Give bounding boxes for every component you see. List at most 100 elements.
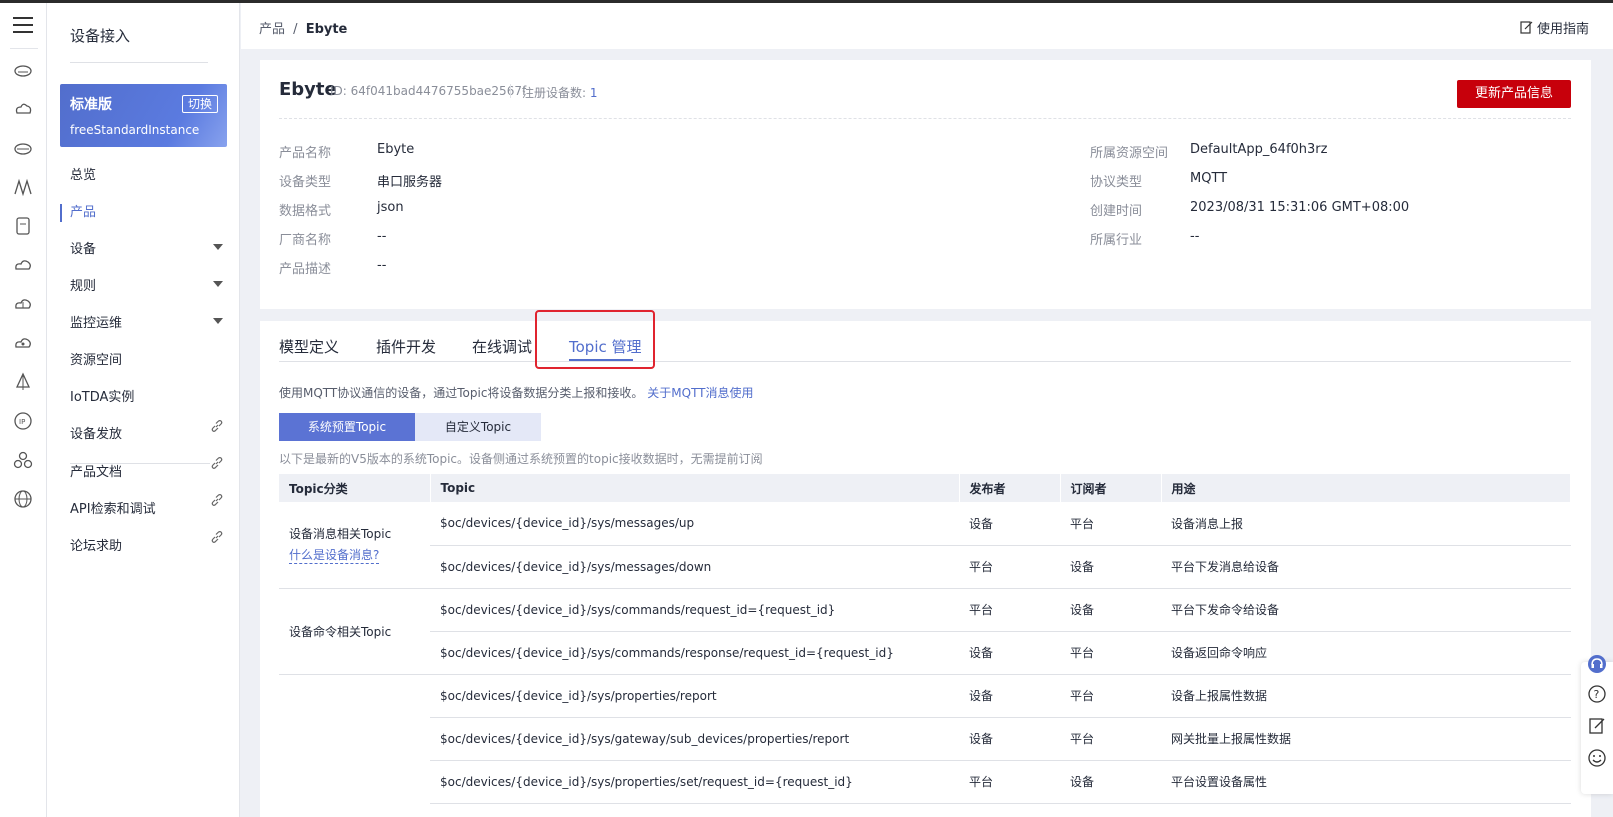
table-row: $oc/devices/{device_id}/sys/commands/res… xyxy=(279,631,1571,675)
external-link-icon[interactable] xyxy=(210,456,224,470)
cloud-server-icon[interactable] xyxy=(12,59,34,81)
publisher-cell: 设备 xyxy=(959,631,1060,675)
cloud-outline-icon[interactable] xyxy=(12,254,34,276)
customer-service-icon[interactable] xyxy=(1587,654,1607,674)
sidebar-item-rules[interactable]: 规则 xyxy=(70,275,96,294)
publisher-cell: 设备 xyxy=(959,717,1060,761)
topic-type-switch: 系统预置Topic 自定义Topic xyxy=(279,413,541,441)
publisher-cell: 设备 xyxy=(959,502,1060,546)
instance-switch-button[interactable]: 切换 xyxy=(181,95,218,113)
usage-cell: 设备返回命令响应 xyxy=(1161,631,1571,675)
sidebar-item-iotda-instance[interactable]: IoTDA实例 xyxy=(70,386,134,405)
system-topic-tab[interactable]: 系统预置Topic xyxy=(279,413,415,441)
storage-icon[interactable] xyxy=(12,137,34,159)
sidebar-item-provisioning[interactable]: 设备发放 xyxy=(70,423,122,442)
cluster-icon[interactable] xyxy=(12,449,34,471)
cloud-upload-icon[interactable] xyxy=(12,293,34,315)
tabs-divider xyxy=(279,361,1571,362)
cloud-icon[interactable] xyxy=(12,98,34,120)
subscriber-cell: 平台 xyxy=(1060,674,1161,718)
external-link-icon[interactable] xyxy=(210,530,224,544)
chevron-down-icon[interactable] xyxy=(213,318,223,324)
breadcrumb-parent[interactable]: 产品 xyxy=(259,22,285,37)
active-indicator xyxy=(60,204,62,222)
custom-topic-tab[interactable]: 自定义Topic xyxy=(415,413,541,441)
product-id: ID: 64f041bad4476755bae2567f xyxy=(330,84,527,98)
field-label: 设备类型 xyxy=(279,175,332,190)
help-icon[interactable]: ? xyxy=(1587,684,1607,704)
mqtt-usage-link[interactable]: 关于MQTT消息使用 xyxy=(647,386,753,400)
table-row: 设备消息相关Topic 什么是设备消息? $oc/devices/{device… xyxy=(279,502,1571,589)
column-header: Topic xyxy=(430,474,960,502)
field-value: MQTT xyxy=(1190,171,1228,186)
breadcrumb: 产品 / Ebyte xyxy=(259,18,347,37)
usage-cell: 网关批量上报属性数据 xyxy=(1161,717,1571,761)
svg-text:IP: IP xyxy=(19,418,25,426)
sidebar-item-device[interactable]: 设备 xyxy=(70,238,96,257)
cloud-gauge-icon[interactable] xyxy=(12,332,34,354)
usage-cell: 平台设置设备属性 xyxy=(1161,760,1571,804)
column-header: 订阅者 xyxy=(1060,474,1162,502)
topic-cell: $oc/devices/{device_id}/sys/properties/r… xyxy=(430,674,959,718)
publisher-cell: 平台 xyxy=(959,545,1060,589)
feedback-icon[interactable] xyxy=(1587,716,1607,736)
column-header: 发布者 xyxy=(959,474,1061,502)
topic-cell: $oc/devices/{device_id}/sys/commands/res… xyxy=(430,631,959,675)
field-label: 所属行业 xyxy=(1090,233,1143,248)
column-header: Topic分类 xyxy=(279,474,431,502)
field-label: 所属资源空间 xyxy=(1090,146,1169,161)
sail-icon[interactable] xyxy=(12,371,34,393)
topic-cell: $oc/devices/{device_id}/sys/gateway/sub_… xyxy=(430,717,959,761)
network-icon[interactable] xyxy=(12,176,34,198)
publisher-cell: 平台 xyxy=(959,588,1060,632)
external-link-icon[interactable] xyxy=(210,493,224,507)
device-message-help-link[interactable]: 什么是设备消息? xyxy=(289,546,380,565)
service-sidebar: 设备接入 标准版 切换 freeStandardInstance 总览 产品 设… xyxy=(47,3,240,817)
sidebar-item-api-explorer[interactable]: API检索和调试 xyxy=(70,498,156,517)
registered-devices-label: 注册设备数: xyxy=(522,86,587,100)
sidebar-item-product[interactable]: 产品 xyxy=(70,201,96,220)
registered-devices-count[interactable]: 1 xyxy=(590,86,598,100)
field-value: 串口服务器 xyxy=(377,175,443,190)
table-row: 设备命令相关Topic $oc/devices/{device_id}/sys/… xyxy=(279,588,1571,675)
smiley-icon[interactable] xyxy=(1587,748,1607,768)
sidebar-item-resource-space[interactable]: 资源空间 xyxy=(70,349,122,368)
external-link-icon[interactable] xyxy=(210,419,224,433)
user-guide-label: 使用指南 xyxy=(1536,22,1589,37)
database-icon[interactable] xyxy=(12,215,34,237)
sidebar-item-monitoring[interactable]: 监控运维 xyxy=(70,312,122,331)
table-row: $oc/devices/{device_id}/sys/properties/r… xyxy=(279,674,1571,718)
table-row: $oc/devices/{device_id}/sys/properties/s… xyxy=(279,760,1571,804)
highlight-box xyxy=(535,310,655,369)
subscriber-cell: 设备 xyxy=(1060,760,1161,804)
sidebar-item-forum[interactable]: 论坛求助 xyxy=(70,535,122,554)
field-value: json xyxy=(377,200,404,215)
field-label: 产品描述 xyxy=(279,262,332,277)
instance-edition: 标准版 xyxy=(70,97,112,113)
category-name: 设备命令相关Topic xyxy=(289,624,392,639)
edit-doc-icon xyxy=(1520,21,1533,34)
tab-plugin-development[interactable]: 插件开发 xyxy=(376,336,436,357)
subscriber-cell: 设备 xyxy=(1060,588,1161,632)
user-guide-link[interactable]: 使用指南 xyxy=(1520,18,1589,37)
registered-devices: 注册设备数: 1 xyxy=(522,84,598,101)
usage-cell: 设备上报属性数据 xyxy=(1161,674,1571,718)
field-value: -- xyxy=(1190,229,1200,244)
field-label: 协议类型 xyxy=(1090,175,1143,190)
product-title: Ebyte xyxy=(279,79,337,100)
info-divider xyxy=(279,118,1571,119)
tab-model-definition[interactable]: 模型定义 xyxy=(279,336,339,357)
sidebar-item-overview[interactable]: 总览 xyxy=(70,164,96,183)
tab-online-debug[interactable]: 在线调试 xyxy=(472,336,532,357)
breadcrumb-current: Ebyte xyxy=(305,22,348,37)
chevron-down-icon[interactable] xyxy=(213,244,223,250)
globe-icon[interactable] xyxy=(12,488,34,510)
menu-icon[interactable] xyxy=(13,17,33,33)
sidebar-item-product-docs[interactable]: 产品文档 xyxy=(70,461,122,480)
chevron-down-icon[interactable] xyxy=(213,281,223,287)
ip-icon[interactable]: IP xyxy=(12,410,34,432)
product-detail-tabs-card: 模型定义 插件开发 在线调试 Topic 管理 使用MQTT协议通信的设备，通过… xyxy=(260,310,1591,817)
header-bar: 产品 / Ebyte 使用指南 xyxy=(241,3,1613,49)
instance-id: freeStandardInstance xyxy=(70,123,200,137)
update-product-button[interactable]: 更新产品信息 xyxy=(1457,80,1571,108)
